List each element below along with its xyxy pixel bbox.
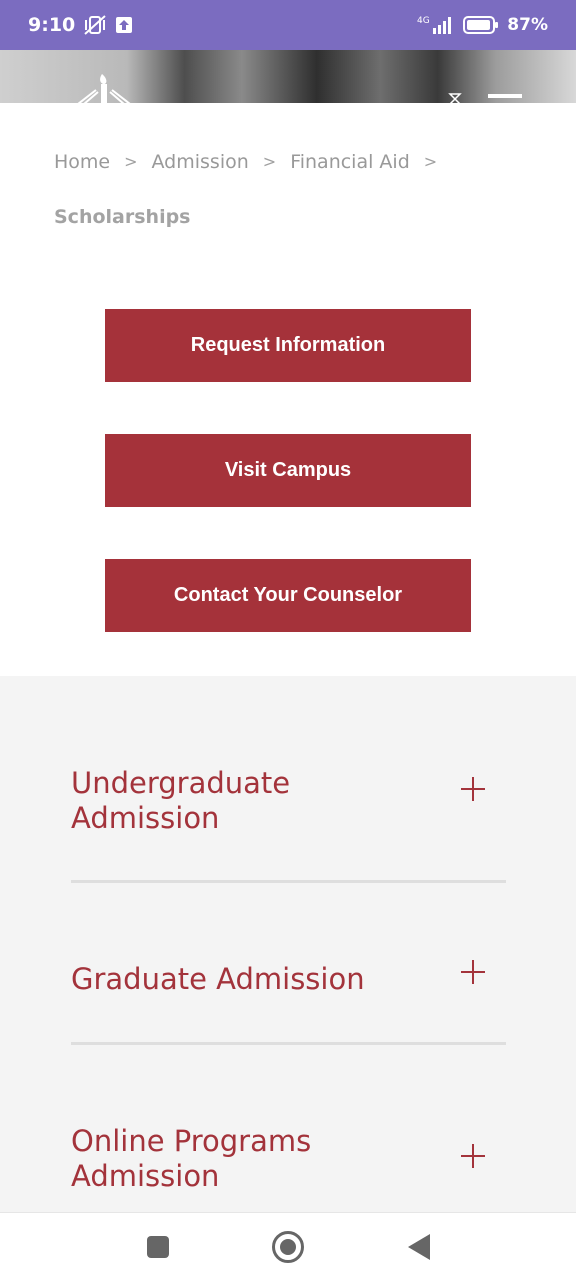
back-icon[interactable] xyxy=(404,1230,438,1264)
status-time: 9:10 xyxy=(28,14,76,36)
accordion-title[interactable]: Graduate Admission xyxy=(71,962,431,997)
accordion-title[interactable]: Undergraduate Admission xyxy=(71,766,401,836)
hourglass-icon xyxy=(448,92,462,103)
plus-icon[interactable] xyxy=(461,1144,485,1168)
signal-icon: 4G xyxy=(417,14,455,36)
plus-icon[interactable] xyxy=(461,960,485,984)
admission-accordion: Undergraduate Admission Graduate Admissi… xyxy=(0,676,576,1212)
accordion-item-graduate[interactable]: Graduate Admission xyxy=(71,960,506,997)
network-label: 4G xyxy=(417,16,430,26)
status-bar: 9:10 4G 87% xyxy=(0,0,576,50)
recent-apps-icon[interactable] xyxy=(141,1230,175,1264)
breadcrumb-admission[interactable]: Admission xyxy=(152,146,249,178)
menu-icon[interactable] xyxy=(488,94,522,98)
logo-torch-icon[interactable] xyxy=(74,70,134,103)
breadcrumb-current: Scholarships xyxy=(54,206,191,228)
request-information-button[interactable]: Request Information xyxy=(105,309,471,382)
accordion-divider xyxy=(71,880,506,883)
breadcrumb-home[interactable]: Home xyxy=(54,146,110,178)
accordion-title[interactable]: Online Programs Admission xyxy=(71,1124,401,1194)
home-icon[interactable] xyxy=(271,1230,305,1264)
battery-icon xyxy=(463,15,499,35)
breadcrumb-separator: > xyxy=(423,152,438,171)
plus-icon[interactable] xyxy=(461,777,485,801)
status-right: 4G 87% xyxy=(417,14,548,36)
breadcrumb-separator: > xyxy=(262,152,277,171)
accordion-divider xyxy=(71,1042,506,1045)
visit-campus-button[interactable]: Visit Campus xyxy=(105,434,471,507)
battery-percent: 87% xyxy=(507,15,548,35)
contact-counselor-button[interactable]: Contact Your Counselor xyxy=(105,559,471,632)
vibrate-off-icon xyxy=(83,14,107,36)
breadcrumb-separator: > xyxy=(124,152,138,171)
hero-banner xyxy=(0,50,576,103)
breadcrumb-financial-aid[interactable]: Financial Aid xyxy=(290,146,410,178)
accordion-item-undergraduate[interactable]: Undergraduate Admission xyxy=(71,766,506,836)
breadcrumb-row: Home > Admission > Financial Aid > xyxy=(54,146,524,178)
breadcrumb: Home > Admission > Financial Aid > xyxy=(54,146,524,178)
upload-icon xyxy=(115,16,133,34)
accordion-item-online-programs[interactable]: Online Programs Admission xyxy=(71,1124,506,1194)
system-nav-bar xyxy=(0,1212,576,1280)
status-left: 9:10 xyxy=(28,14,133,36)
